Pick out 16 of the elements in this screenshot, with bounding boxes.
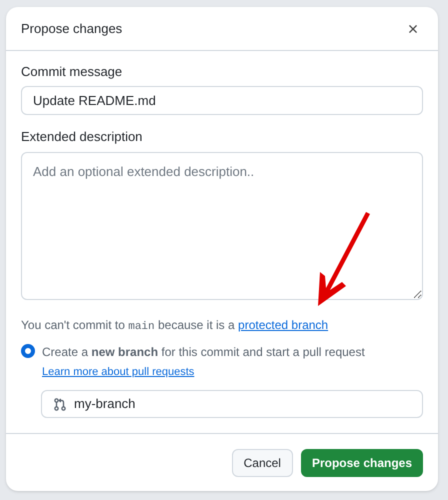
radio-button[interactable] — [21, 344, 35, 358]
dialog-title: Propose changes — [21, 20, 122, 38]
description-field[interactable]: Add an optional extended description.. — [21, 152, 423, 300]
pull-request-icon — [54, 398, 66, 410]
branch-name-field[interactable]: my-branch — [41, 390, 423, 418]
field-label: Extended description — [21, 129, 144, 145]
learn-more-link[interactable]: Learn more about pull requests — [42, 366, 194, 378]
protected-branch-notice: You can't commit to main because it is a protected branch — [21, 317, 330, 335]
field-label: Commit message — [21, 64, 124, 80]
cancel-button[interactable]: Cancel — [232, 448, 293, 476]
commit-message-field[interactable]: Update README.md — [21, 86, 423, 115]
propose-changes-button[interactable]: Propose changes — [300, 448, 423, 476]
branch-name-value: my-branch — [74, 395, 136, 414]
close-button[interactable]: × — [403, 18, 423, 38]
new-branch-option-label: Create a new branch for this commit and start a pull request Learn more about pull requests — [42, 344, 366, 380]
protected-branch-link[interactable]: protected branch — [238, 318, 328, 332]
